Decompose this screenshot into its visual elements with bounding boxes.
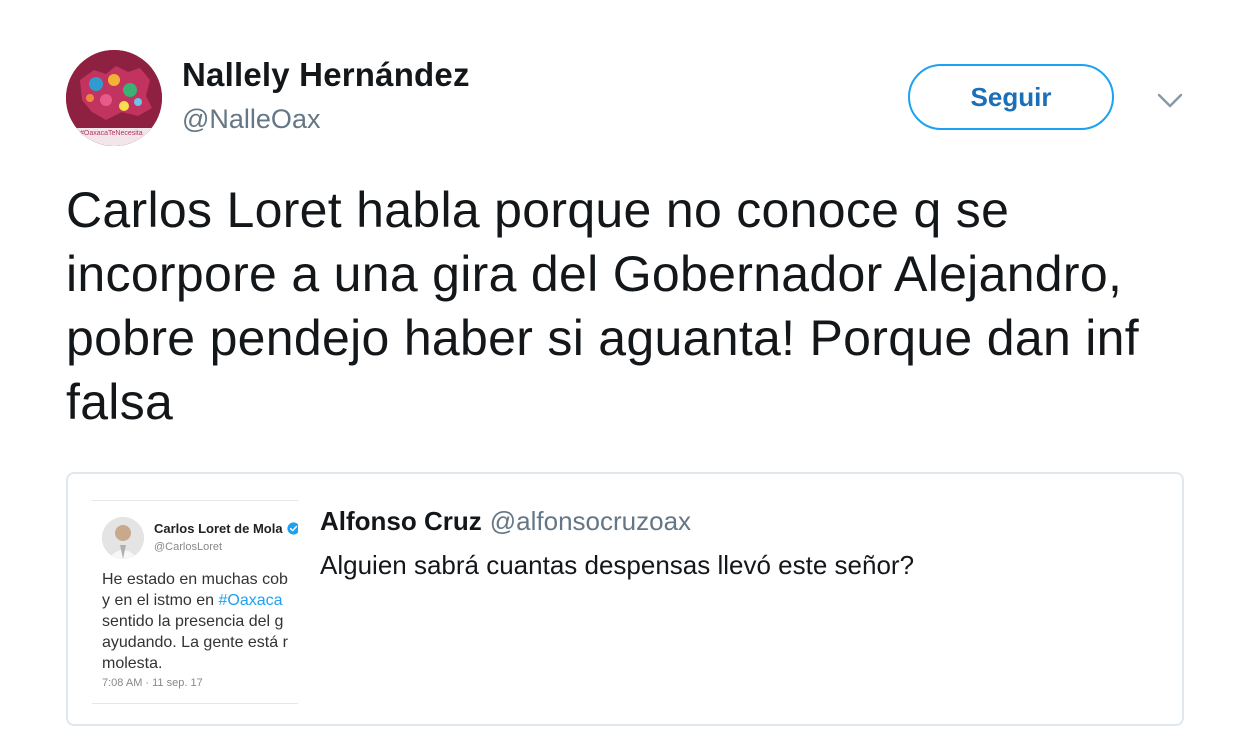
avatar-caption: #OaxacaTeNecesita bbox=[80, 130, 143, 137]
media-body-text: He estado en muchas cob y en el istmo en… bbox=[102, 569, 288, 674]
media-body-line: molesta. bbox=[102, 655, 163, 672]
quoted-author[interactable]: Alfonso Cruz @alfonsocruzoax bbox=[320, 506, 691, 537]
tweet-page: #OaxacaTeNecesita Nallely Hernández @Nal… bbox=[0, 0, 1246, 752]
quoted-author-handle: @alfonsocruzoax bbox=[489, 506, 692, 536]
person-avatar-icon bbox=[102, 517, 144, 559]
quoted-tweet-text: Alguien sabrá cuantas despensas llevó es… bbox=[320, 550, 915, 580]
follow-button[interactable]: Seguir bbox=[908, 64, 1114, 130]
author-display-name[interactable]: Nallely Hernández bbox=[182, 56, 470, 94]
media-body-line: ayudando. La gente está r bbox=[102, 634, 288, 651]
tweet-text: Carlos Loret habla porque no conoce q se… bbox=[66, 182, 1139, 430]
media-hashtag: #Oaxaca bbox=[218, 592, 283, 609]
quoted-author-name: Alfonso Cruz bbox=[320, 506, 482, 536]
media-body-line: sentido la presencia del g bbox=[102, 613, 284, 630]
media-timestamp: 7:08 AM · 11 sep. 17 bbox=[102, 677, 203, 689]
verified-badge-icon bbox=[286, 522, 298, 535]
quoted-tweet-card[interactable]: Carlos Loret de Mola @CarlosLoret He est… bbox=[66, 472, 1184, 726]
author-avatar[interactable]: #OaxacaTeNecesita bbox=[66, 50, 162, 146]
media-avatar bbox=[102, 517, 144, 559]
media-body-line: y en el istmo en #Oaxaca bbox=[102, 592, 283, 609]
media-author-handle: @CarlosLoret bbox=[154, 541, 223, 553]
quoted-tweet-media[interactable]: Carlos Loret de Mola @CarlosLoret He est… bbox=[92, 500, 298, 704]
author-handle[interactable]: @NalleOax bbox=[182, 104, 320, 135]
chevron-down-icon[interactable] bbox=[1154, 84, 1186, 116]
media-author-name: Carlos Loret de Mola bbox=[154, 521, 298, 536]
media-body-line: He estado en muchas cob bbox=[102, 571, 288, 588]
